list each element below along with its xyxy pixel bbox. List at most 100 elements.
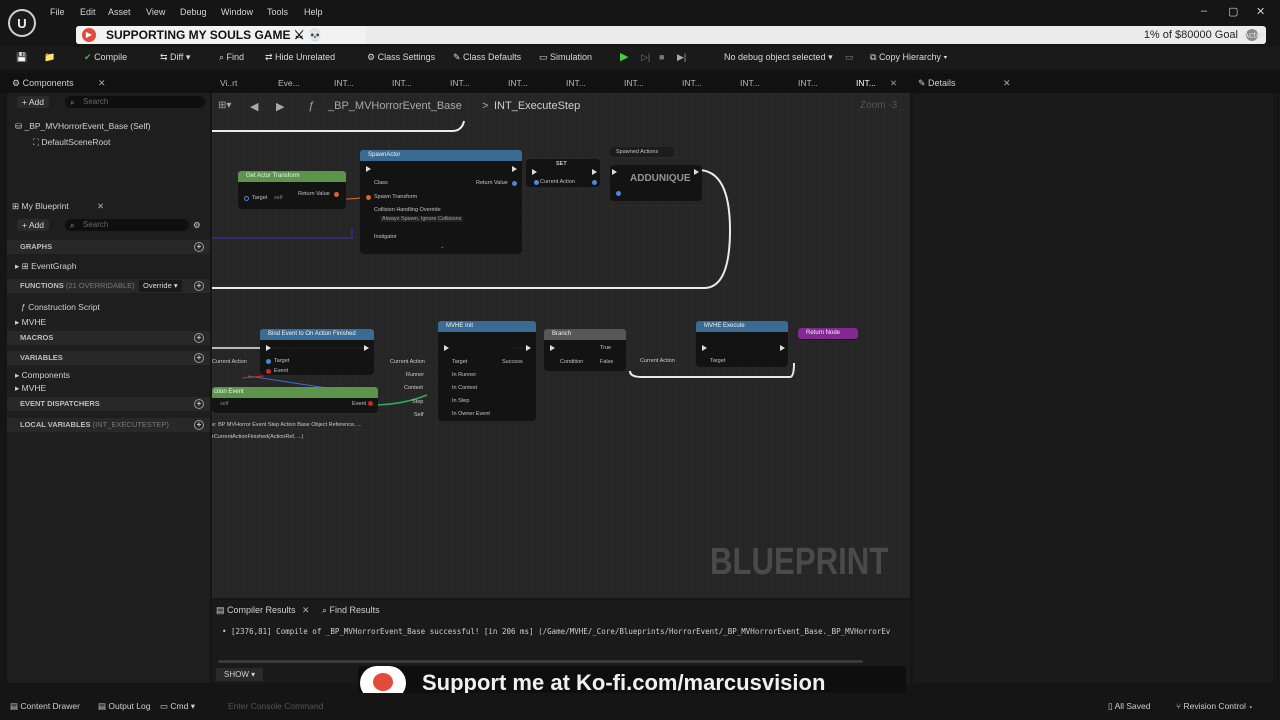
graph-tab-2[interactable]: Eve... — [278, 78, 300, 88]
settings-gear-icon[interactable]: ⚙ — [193, 220, 201, 231]
getter-context[interactable]: Context — [404, 385, 423, 391]
graph-menu-icon[interactable]: ⊞▾ — [218, 100, 231, 111]
add-macro-icon[interactable]: + — [194, 333, 204, 343]
unreal-logo-icon[interactable]: U — [8, 9, 36, 37]
node-mvhe-init[interactable]: MVHE Init Target In Runner In Context In… — [438, 321, 536, 421]
output-log-button[interactable]: ▤ Output Log — [98, 701, 150, 712]
simulation-button[interactable]: ▭ Simulation — [539, 52, 592, 63]
close-icon[interactable]: ✕ — [1256, 5, 1265, 18]
minimize-icon[interactable]: – — [1201, 5, 1207, 17]
graph-tab-6[interactable]: INT... — [508, 78, 528, 88]
play-button[interactable]: ▶ — [620, 50, 628, 63]
close-compiler-results-icon[interactable]: ✕ — [302, 605, 310, 616]
node-addunique[interactable]: ADDUNIQUE — [610, 165, 702, 201]
graph-tab-3[interactable]: INT... — [334, 78, 354, 88]
node-mvhe-execute[interactable]: MVHE Execute Target — [696, 321, 788, 367]
getter-step[interactable]: Step — [412, 399, 423, 405]
revision-control-button[interactable]: ⑂ Revision Control ▾ — [1176, 701, 1253, 711]
all-saved-status[interactable]: ▯ All Saved — [1108, 701, 1151, 712]
tab-components[interactable]: ⚙ Components — [12, 78, 74, 89]
component-default-scene-root[interactable]: ⛶ DefaultSceneRoot — [33, 137, 110, 148]
pin-target[interactable] — [266, 359, 271, 364]
pin-item[interactable] — [616, 191, 621, 196]
console-input[interactable]: Enter Console Command — [228, 701, 323, 711]
tab-details[interactable]: ✎ Details — [918, 78, 956, 89]
pin-event-out[interactable] — [368, 401, 373, 406]
local-variables-section[interactable]: LOCAL VARIABLES (INT_EXECUTESTEP) + — [7, 418, 210, 432]
find-button[interactable]: ⌕ Find — [219, 52, 244, 63]
pin-event[interactable] — [266, 369, 271, 374]
menu-view[interactable]: View — [146, 7, 165, 17]
tab-my-blueprint[interactable]: ⊞ My Blueprint — [12, 201, 69, 212]
graph-tab-8[interactable]: INT... — [624, 78, 644, 88]
content-drawer-button[interactable]: ▤ Content Drawer — [10, 701, 80, 712]
graph-tab-11[interactable]: INT... — [798, 78, 818, 88]
add-function-icon[interactable]: + — [194, 281, 204, 291]
collision-dropdown[interactable]: Always Spawn, Ignore Collisions — [380, 216, 464, 222]
exec-in-pin[interactable] — [612, 169, 617, 175]
getter-self[interactable]: Self — [414, 412, 423, 418]
close-details-icon[interactable]: ✕ — [1003, 78, 1011, 89]
node-set[interactable]: SET Current Action — [526, 159, 600, 187]
functions-section[interactable]: FUNCTIONS (21 OVERRIDABLE) Override ▾ + — [7, 279, 210, 293]
exec-in-pin[interactable] — [532, 169, 537, 175]
node-bind-event[interactable]: Bind Event to On Action Finished Target … — [260, 329, 374, 375]
graph-tab-active[interactable]: INT... — [856, 78, 876, 88]
forward-arrow-icon[interactable]: ▶ — [276, 100, 284, 113]
event-dispatchers-section[interactable]: EVENT DISPATCHERS + — [7, 397, 210, 411]
pin-return-transform[interactable] — [334, 192, 339, 197]
node-branch[interactable]: Branch Condition True False — [544, 329, 626, 371]
my-blueprint-add-button[interactable]: + Add — [17, 219, 49, 231]
graphs-section[interactable]: GRAPHS + — [7, 240, 210, 254]
step-button[interactable]: ▷| — [641, 52, 650, 63]
tab-find-results[interactable]: ⌕ Find Results — [322, 605, 380, 616]
expand-chevron-icon[interactable]: ⌄ — [440, 244, 445, 250]
back-arrow-icon[interactable]: ◀ — [250, 100, 258, 113]
close-graph-tab-icon[interactable]: ✕ — [890, 78, 897, 89]
exec-in-pin[interactable] — [366, 166, 371, 172]
menu-asset[interactable]: Asset — [108, 7, 131, 17]
maximize-icon[interactable]: ▢ — [1228, 5, 1238, 18]
blueprint-graph[interactable]: ⊞▾ ◀ ▶ ƒ _BP_MVHorrorEvent_Base > INT_Ex… — [212, 93, 910, 598]
close-components-icon[interactable]: ✕ — [98, 78, 106, 89]
graph-tab-10[interactable]: INT... — [740, 78, 760, 88]
pin-target[interactable] — [244, 196, 249, 201]
pin-spawn-transform[interactable] — [366, 195, 371, 200]
menu-file[interactable]: File — [50, 7, 65, 17]
tab-compiler-results[interactable]: ▤ Compiler Results — [216, 605, 296, 616]
getter-current-action[interactable]: Current Action — [390, 359, 425, 365]
pin-return-value[interactable] — [512, 181, 517, 186]
cmd-dropdown[interactable]: ▭ Cmd ▾ — [160, 701, 195, 712]
override-dropdown[interactable]: Override ▾ — [139, 280, 182, 292]
menu-debug[interactable]: Debug — [180, 7, 207, 17]
exec-out-pin[interactable] — [592, 169, 597, 175]
exec-in-pin[interactable] — [266, 345, 271, 351]
variables-mvhe-category[interactable]: ▸ MVHE — [15, 383, 46, 394]
eject-button[interactable]: ▶| — [677, 52, 686, 63]
class-settings-button[interactable]: ⚙ Class Settings — [367, 52, 435, 63]
class-defaults-button[interactable]: ✎ Class Defaults — [453, 52, 521, 63]
breadcrumb-root[interactable]: _BP_MVHorrorEvent_Base — [328, 100, 462, 112]
stop-button[interactable]: ■ — [659, 52, 664, 62]
exec-in-pin[interactable] — [550, 345, 555, 351]
close-my-blueprint-icon[interactable]: ✕ — [97, 201, 104, 212]
execute-current-action-getter[interactable]: Current Action — [640, 358, 675, 364]
pin-set-output[interactable] — [592, 180, 597, 185]
event-graph-item[interactable]: ▸ ⊞ EventGraph — [15, 261, 77, 272]
menu-window[interactable]: Window — [221, 7, 253, 17]
exec-in-pin[interactable] — [702, 345, 707, 351]
menu-tools[interactable]: Tools — [267, 7, 288, 17]
horizontal-scrollbar[interactable] — [218, 660, 863, 663]
exec-in-pin[interactable] — [444, 345, 449, 351]
macros-section[interactable]: MACROS + — [7, 331, 210, 345]
variables-section[interactable]: VARIABLES + — [7, 351, 210, 365]
pin-set-input[interactable] — [534, 180, 539, 185]
getter-runner[interactable]: Runner — [406, 372, 424, 378]
node-custom-event[interactable]: ction Event self Event — [212, 387, 378, 413]
graph-tab-7[interactable]: INT... — [566, 78, 586, 88]
component-self[interactable]: ⛁ _BP_MVHorrorEvent_Base (Self) — [15, 121, 151, 132]
node-get-actor-transform[interactable]: Get Actor Transform Target self Return V… — [238, 171, 346, 209]
compile-button[interactable]: ✔ Compile — [84, 52, 127, 63]
graph-tab-1[interactable]: Vi..rt — [220, 78, 237, 88]
graph-tab-5[interactable]: INT... — [450, 78, 470, 88]
